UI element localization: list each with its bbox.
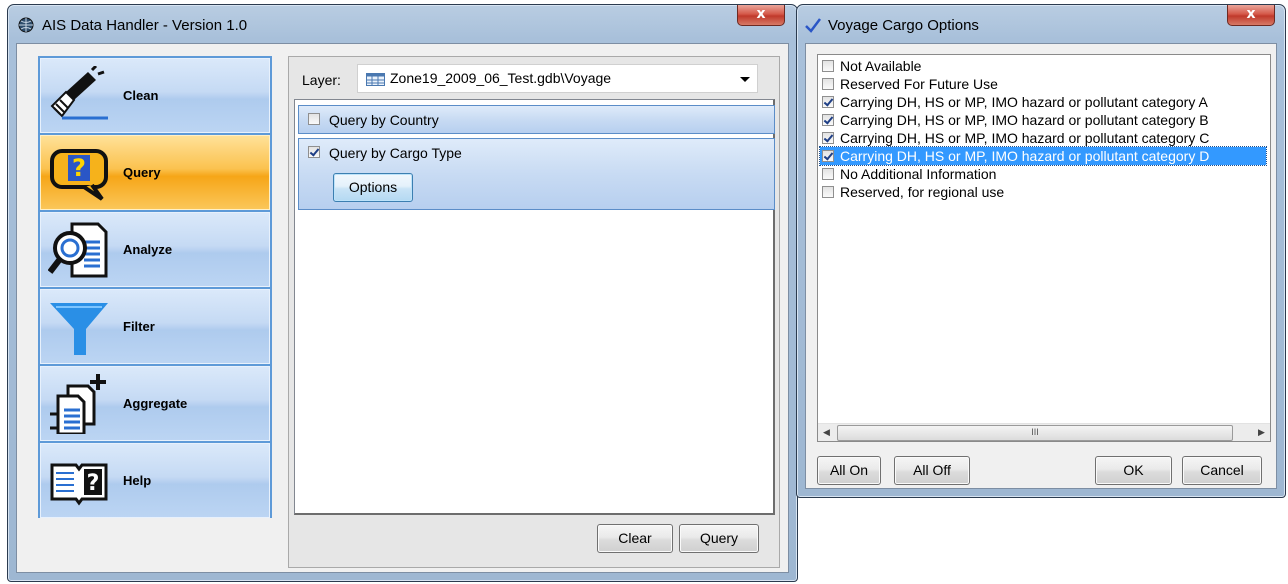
all-on-button[interactable]: All On [817,456,881,485]
svg-text:?: ? [72,154,86,182]
sidebar-item-label: Filter [123,319,155,334]
scroll-left-icon[interactable]: ◀ [818,424,835,441]
query-country-checkbox[interactable] [308,113,320,125]
list-item[interactable]: Carrying DH, HS or MP, IMO hazard or pol… [820,129,1266,147]
query-item-country[interactable]: Query by Country [298,105,775,134]
main-client-area: Clean ? Query Analyze Filter Aggregate ?… [16,43,789,573]
question-speech-icon: ? [50,149,108,201]
sidebar-item-query[interactable]: ? Query [40,135,270,210]
window-title: Voyage Cargo Options [828,17,979,34]
horizontal-scrollbar[interactable]: ◀ III ▶ [818,423,1270,441]
sidebar-item-filter[interactable]: Filter [40,289,270,364]
list-item-label: Carrying DH, HS or MP, IMO hazard or pol… [840,94,1208,110]
sidebar-item-aggregate[interactable]: Aggregate [40,366,270,441]
list-item-checkbox[interactable] [822,78,834,90]
table-icon [366,73,385,86]
magnifier-document-icon [48,222,108,278]
book-question-icon: ? [50,463,108,506]
list-item-checkbox[interactable] [822,186,834,198]
list-item-label: Carrying DH, HS or MP, IMO hazard or pol… [840,148,1210,164]
list-item-checkbox[interactable] [822,150,834,162]
sidebar-item-label: Query [123,165,161,180]
ais-data-handler-window: AIS Data Handler - Version 1.0 x Clean ?… [7,4,798,582]
list-item[interactable]: Carrying DH, HS or MP, IMO hazard or pol… [820,93,1266,111]
list-item-checkbox[interactable] [822,168,834,180]
svg-text:?: ? [87,471,100,496]
list-item-checkbox[interactable] [822,60,834,72]
cancel-button[interactable]: Cancel [1182,456,1262,485]
query-item-label: Query by Country [329,112,439,128]
list-item-checkbox[interactable] [822,132,834,144]
list-item[interactable]: Reserved For Future Use [820,75,1266,93]
list-item-label: Reserved, for regional use [840,184,1005,200]
app-globe-icon [18,17,34,33]
options-button[interactable]: Options [333,173,413,202]
scroll-thumb[interactable]: III [837,425,1233,441]
sidebar-item-label: Analyze [123,242,173,257]
ok-button[interactable]: OK [1095,456,1172,485]
list-item-label: Carrying DH, HS or MP, IMO hazard or pol… [840,112,1209,128]
sidebar: Clean ? Query Analyze Filter Aggregate ?… [38,56,272,518]
list-item-checkbox[interactable] [822,114,834,126]
close-button[interactable]: x [1227,5,1275,26]
list-item-label: Carrying DH, HS or MP, IMO hazard or pol… [840,130,1210,146]
list-item-checkbox[interactable] [822,96,834,108]
clear-button[interactable]: Clear [597,524,673,553]
list-item[interactable]: Reserved, for regional use [820,183,1266,201]
funnel-icon [50,303,108,355]
list-item[interactable]: No Additional Information [820,165,1266,183]
layer-value: Zone19_2009_06_Test.gdb\Voyage [390,70,612,86]
list-item[interactable]: Carrying DH, HS or MP, IMO hazard or pol… [820,111,1266,129]
layer-dropdown[interactable]: Zone19_2009_06_Test.gdb\Voyage [357,64,758,93]
title-bar[interactable]: Voyage Cargo Options x [797,5,1285,43]
list-item-label: Reserved For Future Use [840,76,998,92]
checkmark-icon [805,18,821,33]
query-cargo-checkbox[interactable] [308,146,320,158]
query-list: Query by Country Query by Cargo Type Opt… [294,99,775,515]
voyage-cargo-options-window: Voyage Cargo Options x Not Available Res… [796,4,1286,498]
query-panel: Layer: Zone19_2009_06_Test.gdb\Voyage Qu… [288,56,780,568]
list-item-label: Not Available [840,58,922,74]
title-bar[interactable]: AIS Data Handler - Version 1.0 x [8,5,797,43]
list-item-label: No Additional Information [840,166,997,182]
list-item[interactable]: Not Available [820,57,1266,75]
sidebar-item-label: Help [123,473,152,488]
cargo-type-list: Not Available Reserved For Future Use Ca… [817,54,1271,442]
add-documents-icon [50,374,106,434]
close-button[interactable]: x [737,5,785,26]
broom-icon [50,66,108,120]
query-button[interactable]: Query [679,524,759,553]
list-item-selected[interactable]: Carrying DH, HS or MP, IMO hazard or pol… [819,146,1267,166]
sidebar-item-label: Aggregate [123,396,188,411]
sidebar-item-label: Clean [123,88,159,103]
query-item-cargo-type[interactable]: Query by Cargo Type Options [298,138,775,210]
window-title: AIS Data Handler - Version 1.0 [42,17,248,34]
cargo-client-area: Not Available Reserved For Future Use Ca… [805,43,1277,489]
layer-label: Layer: [302,72,341,88]
scroll-right-icon[interactable]: ▶ [1253,424,1270,441]
sidebar-item-help[interactable]: ? Help [40,443,270,518]
query-item-label: Query by Cargo Type [329,145,462,161]
sidebar-item-clean[interactable]: Clean [40,58,270,133]
all-off-button[interactable]: All Off [894,456,970,485]
chevron-down-icon[interactable] [740,77,750,82]
sidebar-item-analyze[interactable]: Analyze [40,212,270,287]
